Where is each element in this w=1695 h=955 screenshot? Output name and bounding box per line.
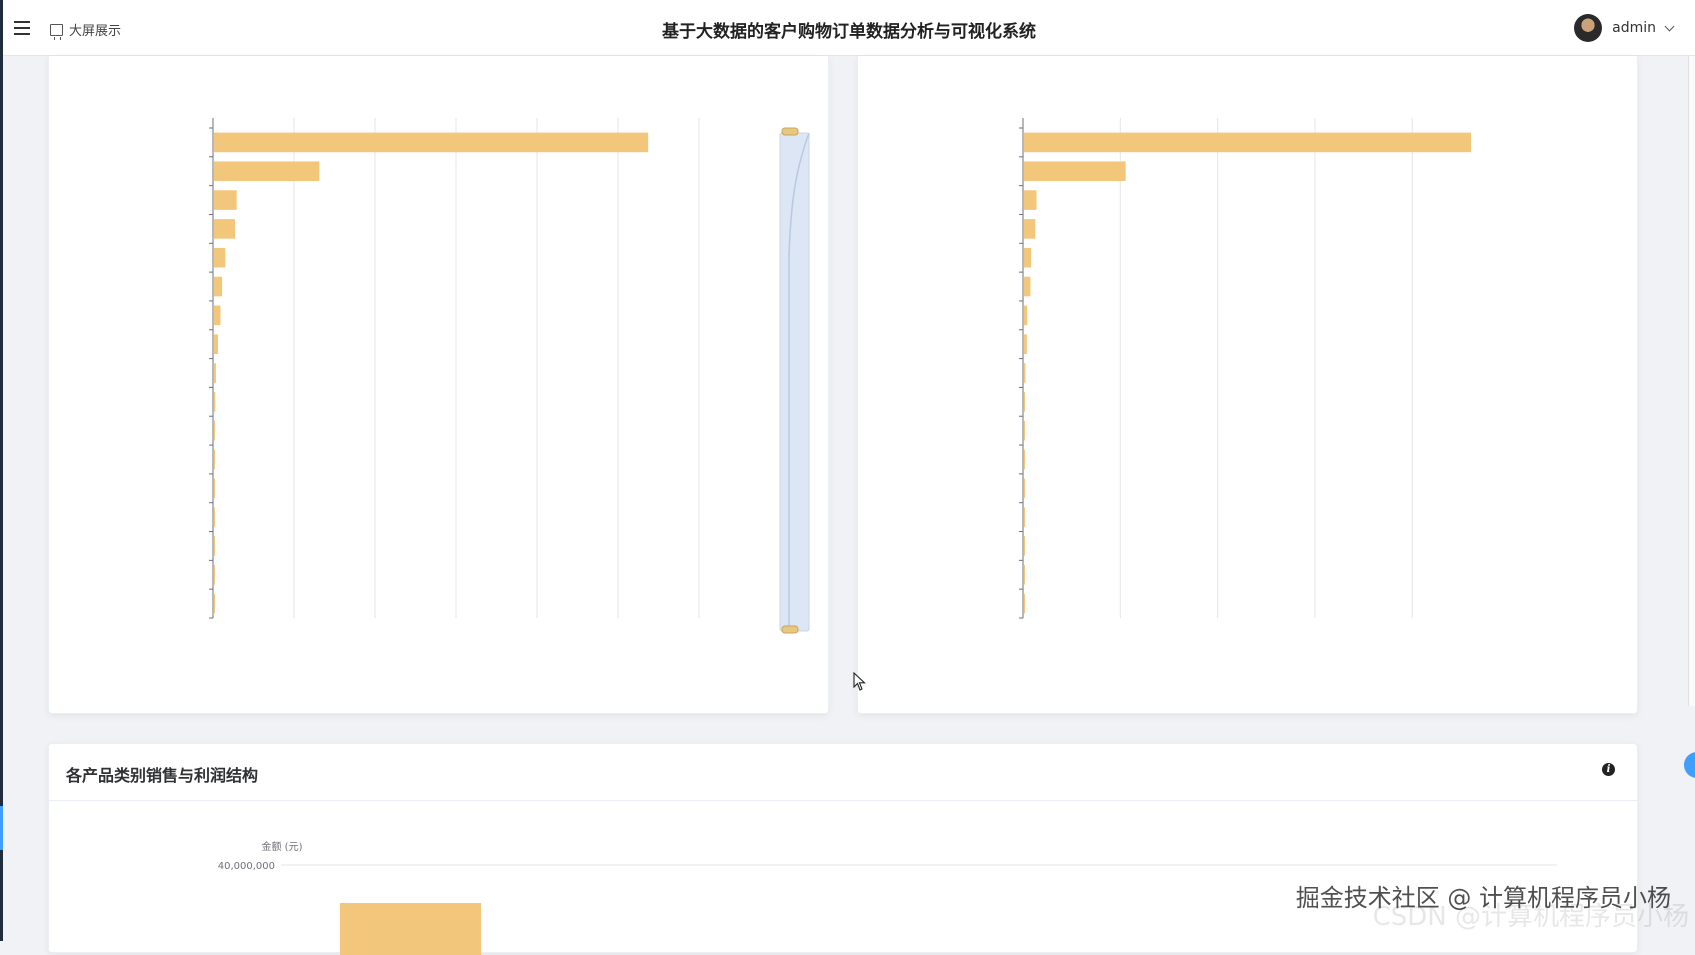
bar[interactable] bbox=[214, 507, 215, 527]
datazoom-handle-bottom[interactable] bbox=[782, 626, 798, 633]
structure-bar[interactable] bbox=[340, 903, 481, 955]
datazoom-handle-top[interactable] bbox=[782, 128, 798, 135]
big-screen-label: 大屏展示 bbox=[69, 20, 121, 39]
sidebar-active-indicator bbox=[0, 806, 3, 850]
profit-chart-card bbox=[857, 56, 1638, 714]
info-icon[interactable]: i bbox=[1602, 763, 1615, 776]
bar[interactable] bbox=[214, 421, 215, 441]
bar[interactable] bbox=[214, 133, 648, 153]
bar[interactable] bbox=[1024, 219, 1035, 239]
bar[interactable] bbox=[1024, 248, 1031, 268]
bar[interactable] bbox=[214, 565, 215, 585]
bar[interactable] bbox=[1024, 507, 1025, 527]
page-scrollbar[interactable] bbox=[1688, 56, 1695, 706]
sidebar-rail bbox=[0, 0, 3, 941]
bar[interactable] bbox=[1024, 306, 1027, 326]
mouse-cursor-icon bbox=[853, 672, 867, 692]
bar[interactable] bbox=[214, 594, 215, 614]
bar[interactable] bbox=[214, 306, 220, 326]
bar[interactable] bbox=[214, 219, 235, 239]
bar[interactable] bbox=[214, 248, 225, 268]
bar[interactable] bbox=[214, 277, 222, 297]
avatar[interactable] bbox=[1574, 14, 1602, 42]
big-screen-link[interactable]: 大屏展示 bbox=[50, 20, 121, 39]
bar[interactable] bbox=[214, 478, 215, 498]
structure-y-tick: 40,000,000 bbox=[218, 861, 275, 872]
bar[interactable] bbox=[1024, 478, 1025, 498]
bar[interactable] bbox=[214, 536, 215, 556]
bar[interactable] bbox=[1024, 363, 1025, 383]
bar[interactable] bbox=[1024, 161, 1126, 181]
sales-chart-card bbox=[48, 56, 829, 714]
bar[interactable] bbox=[1024, 594, 1025, 614]
watermark-primary: 掘金技术社区 @ 计算机程序员小杨 bbox=[1296, 878, 1671, 913]
bar[interactable] bbox=[1024, 133, 1471, 153]
bar[interactable] bbox=[1024, 392, 1025, 412]
bar[interactable] bbox=[214, 363, 216, 383]
sales-bar-chart bbox=[49, 56, 830, 714]
float-action-button[interactable] bbox=[1684, 752, 1695, 778]
bar[interactable] bbox=[1024, 450, 1025, 470]
menu-toggle-icon[interactable] bbox=[14, 21, 30, 35]
bar[interactable] bbox=[1024, 565, 1025, 585]
top-navbar: 大屏展示 基于大数据的客户购物订单数据分析与可视化系统 admin bbox=[3, 0, 1695, 56]
structure-y-label: 金额 (元) bbox=[262, 840, 303, 853]
bar[interactable] bbox=[214, 190, 237, 210]
structure-card-title: 各产品类别销售与利润结构 bbox=[66, 762, 258, 786]
username: admin bbox=[1612, 20, 1656, 36]
bar[interactable] bbox=[1024, 421, 1025, 441]
bar[interactable] bbox=[214, 450, 215, 470]
profit-bar-chart bbox=[858, 56, 1639, 714]
chevron-down-icon[interactable] bbox=[1665, 21, 1675, 31]
bar[interactable] bbox=[214, 161, 319, 181]
bar[interactable] bbox=[214, 334, 218, 354]
bar[interactable] bbox=[1024, 536, 1025, 556]
datazoom-slider[interactable] bbox=[780, 133, 809, 631]
bar[interactable] bbox=[1024, 277, 1030, 297]
user-menu[interactable]: admin bbox=[1574, 14, 1673, 42]
page-title: 基于大数据的客户购物订单数据分析与可视化系统 bbox=[3, 17, 1695, 42]
bar[interactable] bbox=[1024, 334, 1027, 354]
bar[interactable] bbox=[214, 392, 215, 412]
bar[interactable] bbox=[1024, 190, 1037, 210]
monitor-icon bbox=[50, 24, 63, 36]
